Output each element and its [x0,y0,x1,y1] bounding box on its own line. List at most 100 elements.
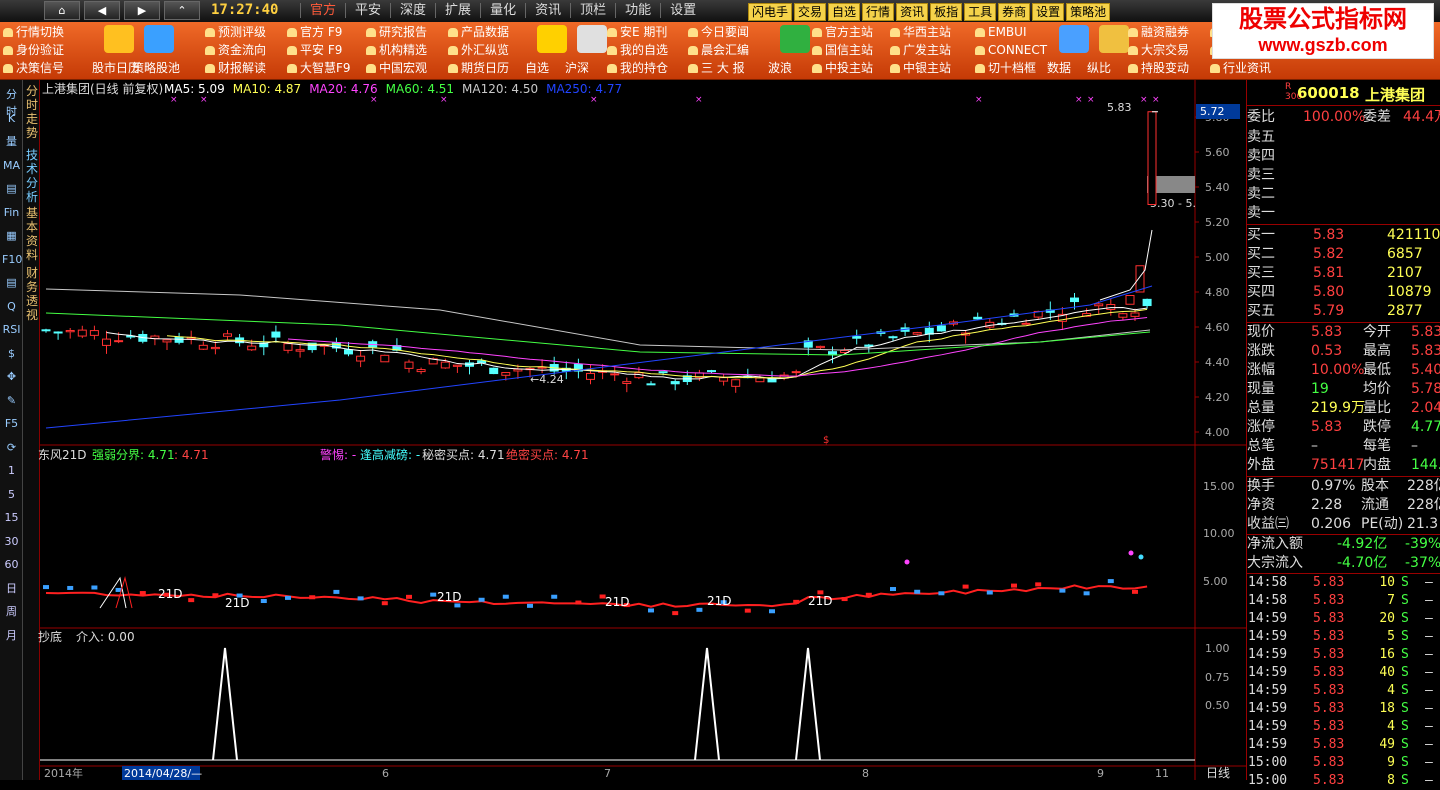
left-tool-5[interactable]: Fin [2,204,21,221]
menu-item[interactable]: 晨会汇编 [688,42,749,59]
menu-item[interactable]: 行情切换 [3,24,64,41]
left-tool-0[interactable]: 分时 [2,86,21,118]
left-tool-22[interactable]: 周 [2,603,21,620]
menu-item[interactable]: 三 大 报 [688,60,745,77]
left-tool-9[interactable]: Q [2,298,21,315]
tab-4[interactable]: 量化 [480,3,525,18]
left-tool-1[interactable]: K [2,110,21,127]
quick-button-2[interactable]: 自选 [828,3,861,21]
menu-item[interactable]: 策略股池 [132,60,180,77]
menu-item[interactable]: EMBUI [975,24,1027,41]
menu-item[interactable]: 纵比 [1087,60,1111,77]
left-tool-4[interactable]: ▤ [2,180,21,197]
tab-7[interactable]: 功能 [615,3,660,18]
left-tool-19[interactable]: 30 [2,533,21,550]
tab-1[interactable]: 平安 [345,3,390,18]
menu-item[interactable]: 我的自选 [607,42,668,59]
left-tool-13[interactable]: ✎ [2,392,21,409]
menu-item[interactable]: 机构精选 [366,42,427,59]
left-tool-23[interactable]: 月 [2,627,21,644]
tab-8[interactable]: 设置 [660,3,705,18]
menu-item[interactable]: 决策信号 [3,60,64,77]
quick-button-4[interactable]: 资讯 [896,3,929,21]
menu-item[interactable]: 外汇纵览 [448,42,509,59]
menu-item[interactable]: 广发主站 [890,42,951,59]
menu-item[interactable]: 持股变动 [1128,60,1189,77]
vtab-1[interactable]: 技术分析 [25,148,39,204]
menu-icon[interactable] [577,25,607,53]
back-button[interactable]: ◀ [84,1,120,20]
left-tool-21[interactable]: 日 [2,580,21,597]
quick-button-0[interactable]: 闪电手 [748,3,793,21]
left-tool-14[interactable]: F5 [2,415,21,432]
left-tool-8[interactable]: ▤ [2,274,21,291]
vtab-2[interactable]: 基本资料 [25,206,39,262]
menu-item[interactable]: CONNECT [975,42,1047,59]
menu-item[interactable]: 期货日历 [448,60,509,77]
vtab-3[interactable]: 财务透视 [25,266,39,322]
quick-button-7[interactable]: 券商 [998,3,1031,21]
quick-button-5[interactable]: 板指 [930,3,963,21]
menu-item[interactable]: 预测评级 [205,24,266,41]
left-tool-3[interactable]: MA [2,157,21,174]
menu-item[interactable]: 沪深 [565,60,589,77]
left-tool-12[interactable]: ✥ [2,368,21,385]
left-tool-7[interactable]: F10 [2,251,22,268]
menu-item[interactable]: 我的持仓 [607,60,668,77]
tab-0[interactable]: 官方 [300,3,345,18]
menu-icon[interactable] [537,25,567,53]
left-tool-6[interactable]: ▦ [2,227,21,244]
menu-item[interactable]: 官方 F9 [287,24,342,41]
menu-item[interactable]: 切十档框 [975,60,1036,77]
menu-item[interactable]: 身份验证 [3,42,64,59]
left-tool-10[interactable]: RSI [2,321,21,338]
left-tool-16[interactable]: 1 [2,462,21,479]
menu-icon[interactable] [1059,25,1089,53]
quick-button-9[interactable]: 策略池 [1066,3,1111,21]
menu-item[interactable]: 大智慧F9 [287,60,351,77]
left-tool-15[interactable]: ⟳ [2,439,21,456]
collapse-button[interactable]: ⌃ [164,1,200,20]
tab-2[interactable]: 深度 [390,3,435,18]
left-tool-20[interactable]: 60 [2,556,21,573]
menu-item[interactable]: 国信主站 [812,42,873,59]
menu-item[interactable]: 官方主站 [812,24,873,41]
menu-item[interactable]: 安E 期刊 [607,24,667,41]
quick-button-3[interactable]: 行情 [862,3,895,21]
menu-item[interactable]: 资金流向 [205,42,266,59]
tab-6[interactable]: 顶栏 [570,3,615,18]
menu-item[interactable]: 财报解读 [205,60,266,77]
left-tool-18[interactable]: 15 [2,509,21,526]
left-tool-2[interactable]: 量 [2,133,21,150]
menu-item[interactable]: 产品数据 [448,24,509,41]
menu-item[interactable]: 大宗交易 [1128,42,1189,59]
vtab-0[interactable]: 分时走势 [25,84,39,140]
forward-button[interactable]: ▶ [124,1,160,20]
menu-icon[interactable] [104,25,134,53]
menu-icon[interactable] [1099,25,1129,53]
menu-item[interactable]: 今日要闻 [688,24,749,41]
quick-button-1[interactable]: 交易 [794,3,827,21]
tab-5[interactable]: 资讯 [525,3,570,18]
quick-button-6[interactable]: 工具 [964,3,997,21]
menu-item[interactable]: 波浪 [768,60,792,77]
menu-item[interactable]: 研究报告 [366,24,427,41]
menu-item[interactable]: 中银主站 [890,60,951,77]
menu-item[interactable]: 华西主站 [890,24,951,41]
menu-item[interactable]: 融资融券 [1128,24,1189,41]
menu-item[interactable]: 自选 [525,60,549,77]
flow-row: 净流入额 -4.92亿 -39% [1247,535,1440,553]
quick-button-8[interactable]: 设置 [1032,3,1065,21]
left-tool-11[interactable]: $ [2,345,21,362]
menu-item[interactable]: 平安 F9 [287,42,342,59]
kline-chart[interactable]: 5.805.605.405.205.004.804.604.404.204.00… [38,80,1246,780]
home-button[interactable]: ⌂ [44,1,80,20]
menu-icon[interactable] [144,25,174,53]
menu-item[interactable]: 中投主站 [812,60,873,77]
menu-item[interactable]: 中国宏观 [366,60,427,77]
tab-3[interactable]: 扩展 [435,3,480,18]
left-tool-17[interactable]: 5 [2,486,21,503]
menu-item[interactable]: 数据 [1047,60,1071,77]
menu-icon[interactable] [780,25,810,53]
menu-item[interactable]: 行业资讯 [1210,60,1271,77]
